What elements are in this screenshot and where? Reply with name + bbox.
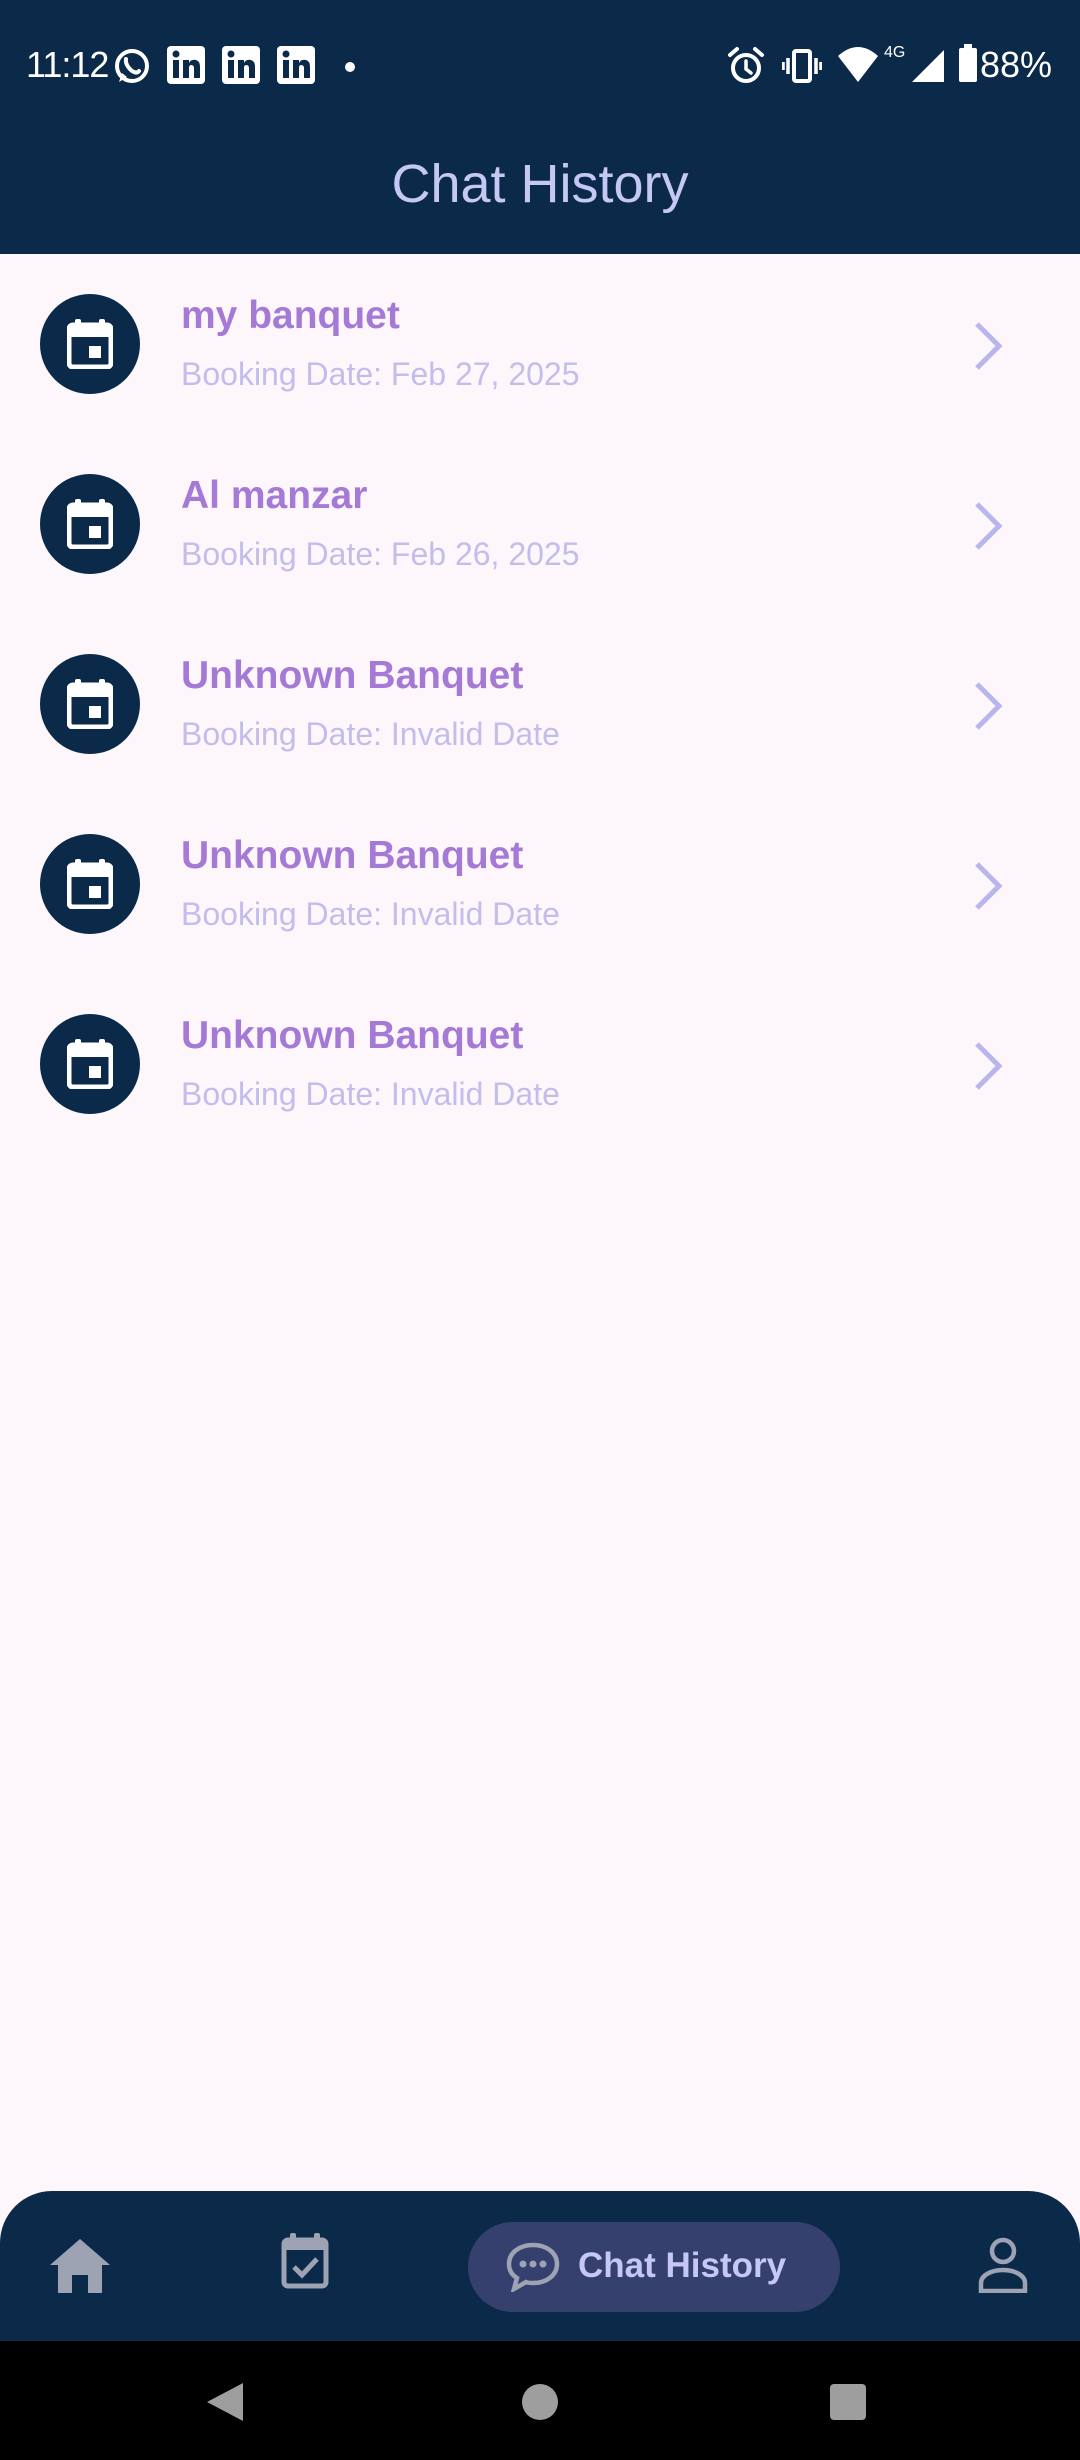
calendar-avatar bbox=[40, 1014, 140, 1114]
chat-list-item[interactable]: Unknown Banquet Booking Date: Invalid Da… bbox=[0, 794, 1080, 974]
chat-bubble-icon bbox=[506, 2242, 560, 2292]
battery-icon bbox=[958, 44, 978, 89]
page-title: Chat History bbox=[391, 154, 689, 214]
calendar-icon bbox=[67, 499, 113, 549]
booking-date: Booking Date: Feb 27, 2025 bbox=[181, 356, 580, 392]
alarm-icon bbox=[726, 46, 766, 91]
calendar-avatar bbox=[40, 834, 140, 934]
chevron-right-icon bbox=[975, 862, 1003, 910]
dot-icon bbox=[344, 60, 356, 78]
screen: 11:12 4G 88% Chat History my banquet Boo… bbox=[0, 0, 1080, 2460]
nav-bookings-button[interactable] bbox=[281, 2233, 329, 2294]
calendar-avatar bbox=[40, 654, 140, 754]
calendar-icon bbox=[67, 679, 113, 729]
signal-icon bbox=[910, 48, 946, 89]
vibrate-icon bbox=[781, 46, 823, 91]
chevron-right-icon bbox=[975, 682, 1003, 730]
back-icon[interactable] bbox=[205, 2381, 245, 2423]
chat-list-item[interactable]: Unknown Banquet Booking Date: Invalid Da… bbox=[0, 614, 1080, 794]
home-circle-icon[interactable] bbox=[521, 2383, 559, 2421]
chevron-right-icon bbox=[975, 502, 1003, 550]
person-icon bbox=[978, 2237, 1028, 2294]
status-bar: 11:12 4G 88% bbox=[0, 0, 1080, 132]
status-time: 11:12 bbox=[26, 44, 109, 85]
linkedin-icon bbox=[222, 46, 260, 89]
home-icon bbox=[50, 2239, 110, 2293]
booking-date: Booking Date: Invalid Date bbox=[181, 896, 560, 932]
chat-list-item[interactable]: my banquet Booking Date: Feb 27, 2025 bbox=[0, 254, 1080, 434]
network-type-label: 4G bbox=[884, 44, 906, 61]
app-header: Chat History bbox=[0, 132, 1080, 254]
linkedin-icon bbox=[277, 46, 315, 89]
calendar-icon bbox=[67, 319, 113, 369]
chevron-right-icon bbox=[975, 322, 1003, 370]
calendar-check-icon bbox=[281, 2233, 329, 2289]
calendar-avatar bbox=[40, 474, 140, 574]
system-navigation-bar bbox=[0, 2341, 1080, 2460]
banquet-name: my banquet bbox=[181, 294, 400, 337]
nav-profile-button[interactable] bbox=[978, 2237, 1028, 2298]
chevron-right-icon bbox=[975, 1042, 1003, 1090]
nav-chat-history-label: Chat History bbox=[578, 2246, 787, 2285]
nav-home-button[interactable] bbox=[48, 2237, 112, 2300]
calendar-icon bbox=[67, 1039, 113, 1089]
bottom-navigation: Chat History bbox=[0, 2191, 1080, 2341]
recents-icon[interactable] bbox=[829, 2383, 867, 2421]
chat-list-item[interactable]: Unknown Banquet Booking Date: Invalid Da… bbox=[0, 974, 1080, 1154]
banquet-name: Unknown Banquet bbox=[181, 834, 524, 877]
chat-list-item[interactable]: Al manzar Booking Date: Feb 26, 2025 bbox=[0, 434, 1080, 614]
banquet-name: Unknown Banquet bbox=[181, 654, 524, 697]
linkedin-icon bbox=[167, 46, 205, 89]
whatsapp-icon bbox=[112, 46, 152, 91]
banquet-name: Al manzar bbox=[181, 474, 368, 517]
calendar-avatar bbox=[40, 294, 140, 394]
calendar-icon bbox=[67, 859, 113, 909]
booking-date: Booking Date: Invalid Date bbox=[181, 1076, 560, 1112]
nav-chat-history-button[interactable]: Chat History bbox=[468, 2222, 840, 2312]
booking-date: Booking Date: Feb 26, 2025 bbox=[181, 536, 580, 572]
battery-percentage: 88% bbox=[980, 44, 1053, 85]
wifi-icon bbox=[836, 44, 880, 89]
banquet-name: Unknown Banquet bbox=[181, 1014, 524, 1057]
booking-date: Booking Date: Invalid Date bbox=[181, 716, 560, 752]
